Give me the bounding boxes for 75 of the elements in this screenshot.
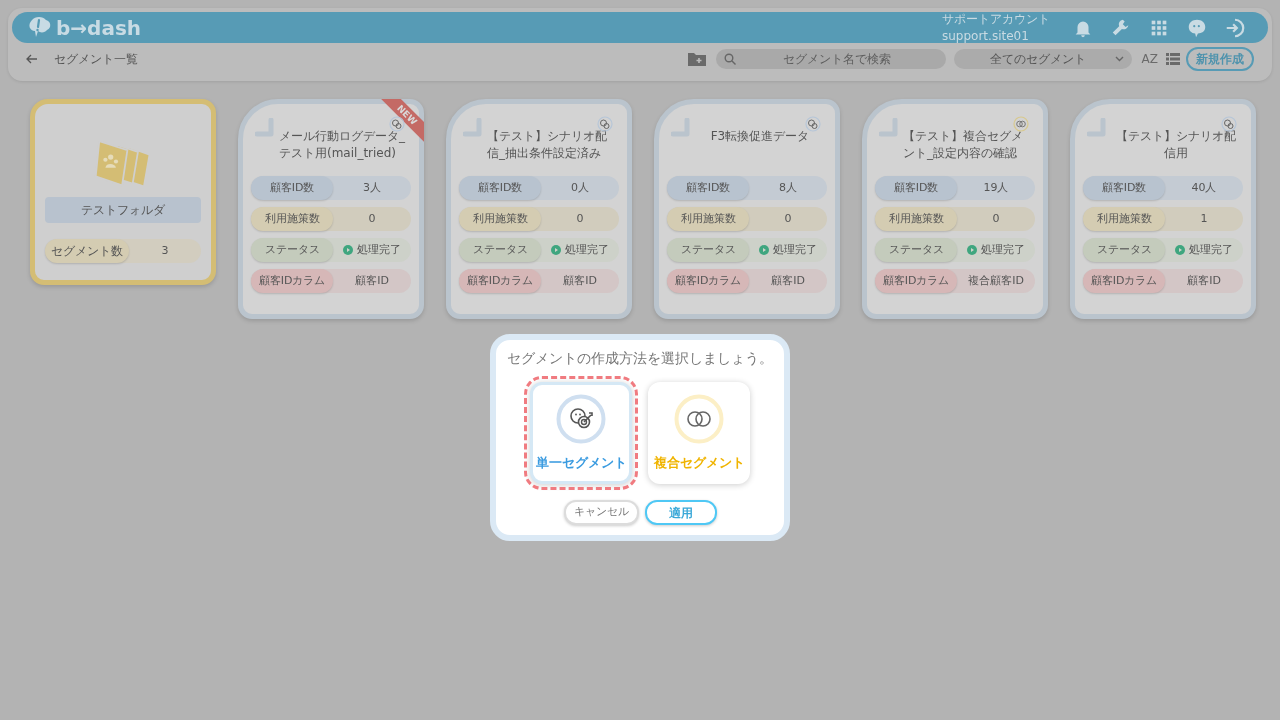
stat-label: 顧客IDカラム [459, 269, 541, 293]
stat-value: 顧客ID [562, 272, 598, 289]
dialog-title: セグメントの作成方法を選択しましょう。 [506, 349, 774, 368]
stat-value: 複合顧客ID [967, 272, 1025, 289]
stat-label: ステータス [875, 238, 957, 262]
play-icon [1175, 245, 1185, 255]
smiley-target-icon [556, 393, 606, 444]
chevron-down-icon [1114, 56, 1124, 62]
stat-label: 顧客ID数 [1083, 176, 1165, 200]
stat-label: 顧客IDカラム [1083, 269, 1165, 293]
segment-title: 【テスト】シナリオ配信用 [1115, 128, 1237, 162]
segment-title: 【テスト】シナリオ配信_抽出条件設定済み [487, 128, 608, 162]
stat-value: 40人 [1190, 179, 1218, 196]
logout-icon[interactable] [1224, 16, 1246, 39]
stat-label: 利用施策数 [459, 207, 541, 231]
status-value: 処理完了 [773, 241, 817, 258]
folder-card[interactable]: テストフォルダ セグメント数 3 [30, 99, 216, 285]
stat-value: 19人 [982, 179, 1010, 196]
stat-label: 顧客IDカラム [667, 269, 749, 293]
stat-label: ステータス [251, 238, 333, 262]
stat-label: 顧客ID数 [251, 176, 333, 200]
stat-label: 顧客IDカラム [875, 269, 957, 293]
stat-value: 0 [783, 210, 793, 227]
stat-value: 0人 [570, 179, 590, 196]
segment-card[interactable]: 【テスト】シナリオ配信用 顧客ID数 40人 利用施策数 1 ステータス 処理完了 顧客IDカラム 顧客ID [1070, 99, 1256, 319]
back-arrow-icon[interactable] [26, 54, 38, 64]
status-value: 処理完了 [1189, 241, 1233, 258]
stat-value: 顧客ID [1186, 272, 1222, 289]
stat-value: 0 [575, 210, 585, 227]
status-value: 処理完了 [565, 241, 609, 258]
stat-label: 利用施策数 [251, 207, 333, 231]
search-icon [723, 53, 736, 65]
status-value: 処理完了 [981, 241, 1025, 258]
segment-card[interactable]: 【テスト】シナリオ配信_抽出条件設定済み 顧客ID数 0人 利用施策数 0 ステータス 処理完了 顧客IDカラム 顧客ID [446, 99, 632, 319]
stat-value: 1 [1199, 210, 1209, 227]
stat-label: 利用施策数 [875, 207, 957, 231]
stat-value: 顧客ID [354, 272, 390, 289]
account-name: サポートアカウント [942, 11, 1050, 28]
segment-card[interactable]: 【テスト】複合セグメント_設定内容の確認 顧客ID数 19人 利用施策数 0 ステータス 処理完了 顧客IDカラム 複合顧客ID [862, 99, 1048, 319]
cancel-button[interactable]: キャンセル [563, 500, 639, 525]
stat-label: ステータス [667, 238, 749, 262]
stat-label: 顧客ID数 [667, 176, 749, 200]
sort-button[interactable]: AZ [1141, 50, 1158, 68]
play-icon [551, 245, 561, 255]
segment-filter-dropdown[interactable]: 全てのセグメント [953, 49, 1132, 69]
stat-label: 利用施策数 [667, 207, 749, 231]
apply-button[interactable]: 適用 [644, 500, 717, 525]
folder-name: テストフォルダ [45, 197, 201, 223]
stat-value: 3 [160, 242, 170, 259]
stat-value: 3人 [362, 179, 382, 196]
page-title: セグメント一覧 [54, 51, 138, 68]
stat-label: 顧客IDカラム [251, 269, 333, 293]
list-view-icon[interactable] [1166, 53, 1180, 65]
stat-label: 顧客ID数 [459, 176, 541, 200]
stat-value: 0 [367, 210, 377, 227]
stat-value: 0 [991, 210, 1001, 227]
play-icon [343, 245, 353, 255]
overlap-circles-icon [1013, 116, 1029, 132]
segment-card[interactable]: F3転換促進データ 顧客ID数 8人 利用施策数 0 ステータス 処理完了 顧客IDカラム 顧客ID [654, 99, 840, 319]
segment-title: 【テスト】複合セグメント_設定内容の確認 [903, 128, 1024, 162]
play-icon [759, 245, 769, 255]
status-value: 処理完了 [357, 241, 401, 258]
overlap-circles-icon [674, 393, 724, 444]
segment-title: F3転換促進データ [709, 128, 811, 145]
play-icon [967, 245, 977, 255]
stat-label: 利用施策数 [1083, 207, 1165, 231]
stat-label: ステータス [459, 238, 541, 262]
stat-label: 顧客ID数 [875, 176, 957, 200]
stat-label: セグメント数 [45, 239, 129, 263]
account-id: support.site01 [942, 27, 1030, 44]
folder-add-icon[interactable] [687, 52, 706, 66]
stat-value: 8人 [778, 179, 798, 196]
stat-label: ステータス [1083, 238, 1165, 262]
logo-text: b→dash [56, 17, 142, 38]
stat-value: 顧客ID [770, 272, 806, 289]
